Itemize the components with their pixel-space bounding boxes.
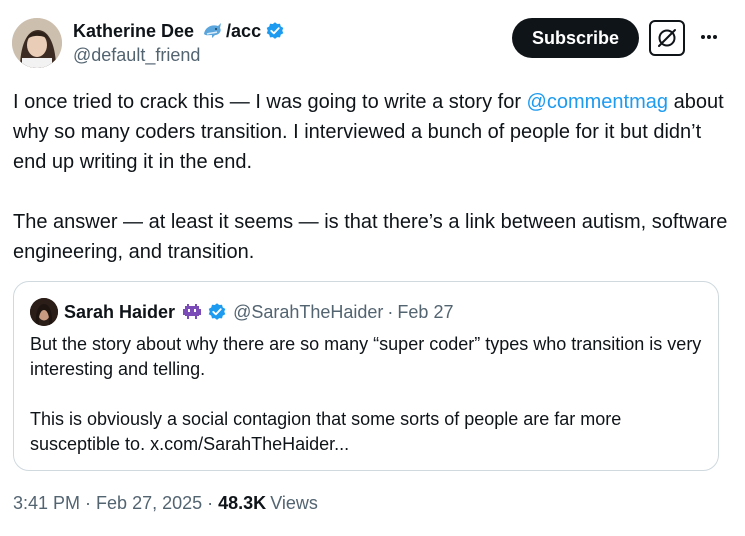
author-avatar[interactable]: [12, 18, 62, 68]
subscribe-button[interactable]: Subscribe: [512, 18, 639, 58]
dolphin-icon: [201, 20, 223, 42]
views-count: 48.3K: [218, 493, 267, 513]
more-icon: [701, 35, 717, 39]
quoted-separator: ·: [387, 301, 394, 322]
quoted-date: Feb 27: [397, 301, 454, 322]
meta-separator-2: ·: [207, 493, 214, 513]
author-handle[interactable]: @default_friend: [73, 45, 200, 66]
quoted-author-avatar: [30, 298, 58, 326]
mention-link[interactable]: @commentmag: [527, 91, 668, 113]
author-avatar-image: [12, 18, 62, 68]
quoted-handle: @SarahTheHaider: [233, 301, 384, 322]
quoted-tweet-card[interactable]: Sarah Haider @SarahTheHaider · Feb 27 Bu…: [13, 281, 719, 471]
quoted-verified-badge-icon: [207, 302, 227, 322]
tweet-time[interactable]: 3:41 PM: [13, 493, 80, 514]
meta-separator: ·: [85, 493, 92, 513]
tweet-date[interactable]: Feb 27, 2025: [96, 493, 202, 514]
tweet-text-after: about why so many coders transition. I i…: [13, 91, 728, 263]
quoted-display-name: Sarah Haider: [64, 301, 176, 322]
author-name-row: Katherine Dee /acc: [73, 18, 285, 44]
author-display-name[interactable]: Katherine Dee: [73, 21, 194, 42]
grok-button[interactable]: [649, 20, 685, 56]
verified-badge-icon[interactable]: [265, 21, 285, 41]
grok-icon: [658, 29, 676, 47]
tweet-text: I once tried to crack this — I was going…: [13, 87, 728, 267]
quoted-text: But the story about why there are so man…: [30, 334, 702, 454]
quoted-header: Sarah Haider @SarahTheHaider · Feb 27: [64, 299, 453, 325]
tweet-meta: 3:41 PM · Feb 27, 2025 · 48.3K Views: [13, 493, 318, 514]
more-options-button[interactable]: [696, 24, 722, 50]
tweet-text-before: I once tried to crack this — I was going…: [13, 91, 527, 113]
views-label: Views: [270, 493, 318, 513]
alien-monster-icon: [181, 301, 203, 323]
author-name-suffix: /acc: [226, 20, 262, 41]
